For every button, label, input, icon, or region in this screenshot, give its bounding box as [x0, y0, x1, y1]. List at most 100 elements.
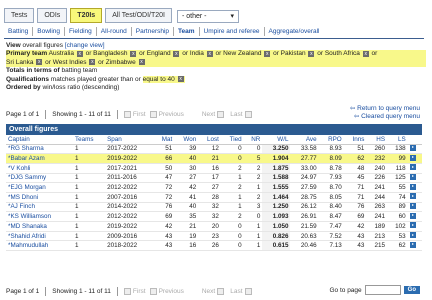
column-header[interactable]: LS [387, 135, 408, 145]
remove-team-icon[interactable]: x [89, 59, 96, 66]
tab-odis[interactable]: ODIs [37, 8, 68, 23]
column-header[interactable]: Inns [343, 135, 367, 145]
primary-team-name: Australia [48, 50, 74, 58]
remove-team-icon[interactable]: x [130, 50, 137, 57]
nav-fielding[interactable]: Fielding [65, 27, 97, 36]
table-cell: 43 [153, 231, 175, 242]
table-cell: 1.904 [262, 153, 291, 164]
play-arrow-icon[interactable] [409, 212, 416, 219]
column-header[interactable]: RPO [318, 135, 344, 145]
table-cell: 42 [153, 221, 175, 232]
play-arrow-icon[interactable] [409, 183, 416, 190]
play-arrow-icon[interactable] [409, 202, 416, 209]
table-cell: 1 [72, 231, 106, 242]
captain-link[interactable]: *KS Williamson [6, 211, 73, 222]
primary-team-list-1: Australia x or Bangladesh x or England x… [49, 50, 378, 57]
play-arrow-icon[interactable] [409, 164, 416, 171]
table-body: *RG Sharma 1 2017-2022 51 39 12 0 0 3.250 33.58 8.… [6, 144, 422, 252]
captain-link[interactable]: *EJG Morgan [6, 182, 73, 193]
play-arrow-icon[interactable] [409, 222, 416, 229]
play-arrow-icon[interactable] [409, 193, 416, 200]
ordered-value: win/loss ratio (descending) [42, 84, 120, 92]
tab-tests[interactable]: Tests [4, 8, 35, 23]
play-arrow-icon[interactable] [409, 241, 416, 248]
other-format-select[interactable]: - other - ▾ [176, 10, 239, 23]
column-header[interactable]: Lost [198, 135, 221, 145]
nav-umpire[interactable]: Umpire and referee [200, 27, 265, 36]
remove-team-icon[interactable]: x [76, 50, 83, 57]
tab-t20is[interactable]: T20Is [70, 8, 103, 23]
last-page-link[interactable]: Last [230, 288, 242, 295]
goto-page: Go to page Go [329, 285, 420, 295]
captain-link[interactable]: *MS Dhoni [6, 192, 73, 203]
last-page-link[interactable]: Last [230, 111, 242, 118]
first-page-icon [123, 288, 131, 295]
remove-team-icon[interactable]: x [36, 59, 43, 66]
column-header[interactable]: Span [105, 135, 154, 145]
captain-link[interactable]: *Mahmudullah [6, 240, 73, 252]
next-page-link[interactable]: Next [202, 111, 215, 118]
table-cell: 43 [343, 240, 367, 252]
nav-bowling[interactable]: Bowling [33, 27, 66, 36]
captain-link[interactable]: *DJG Sammy [6, 173, 73, 184]
table-cell: 0 [243, 144, 263, 155]
table-cell: 20 [198, 221, 221, 232]
remove-team-icon[interactable]: x [138, 59, 145, 66]
play-arrow-icon[interactable] [409, 232, 416, 239]
column-header[interactable]: NR [243, 135, 263, 145]
play-arrow-icon[interactable] [409, 144, 416, 151]
primary-team-label: Primary team [6, 50, 48, 58]
table-cell: 0 [243, 211, 263, 222]
nav-aggregate[interactable]: Aggregate/overall [265, 27, 324, 36]
column-header[interactable]: Tied [220, 135, 244, 145]
captain-link[interactable]: *V Kohli [6, 163, 73, 174]
play-arrow-icon[interactable] [409, 173, 416, 180]
captain-link[interactable]: *MD Shanaka [6, 221, 73, 232]
remove-team-icon[interactable]: x [206, 50, 213, 57]
captain-link[interactable]: *Babar Azam [6, 153, 73, 164]
table-cell: 1 [72, 173, 106, 184]
previous-page-icon [149, 288, 157, 295]
table-cell: 102 [387, 221, 408, 232]
change-view-link[interactable]: [change view] [65, 42, 105, 49]
column-header[interactable]: Mat [153, 135, 175, 145]
column-header[interactable]: W/L [262, 135, 291, 145]
page-indicator: Page 1 of 1 [6, 288, 40, 295]
column-header[interactable]: Teams [72, 135, 106, 145]
table-cell: 2011-2016 [105, 173, 154, 184]
captain-link[interactable]: *RG Sharma [6, 144, 73, 155]
goto-page-input[interactable] [364, 285, 401, 295]
first-page-link[interactable]: First [133, 111, 146, 118]
column-header[interactable]: Ave [290, 135, 319, 145]
remove-team-icon[interactable]: x [264, 50, 271, 57]
tab-all-formats[interactable]: All Test/ODI/T20I [105, 8, 172, 23]
remove-team-icon[interactable]: x [308, 50, 315, 57]
nav-all-round[interactable]: All-round [97, 27, 132, 36]
showing-indicator: Showing 1 - 11 of 11 [52, 288, 111, 295]
captain-link[interactable]: *AJ Finch [6, 202, 73, 213]
chevron-down-icon: ▾ [230, 13, 234, 20]
remove-qualification-icon[interactable]: x [177, 75, 184, 82]
cleared-query-link[interactable]: Cleared query menu [361, 113, 420, 120]
previous-page-link[interactable]: Previous [159, 111, 184, 118]
column-header[interactable]: Won [174, 135, 199, 145]
previous-page-link[interactable]: Previous [159, 288, 184, 295]
remove-team-icon[interactable]: x [362, 50, 369, 57]
captain-link[interactable]: *Shahid Afridi [6, 231, 73, 242]
totals-value: batting team [61, 67, 98, 75]
column-header[interactable]: HS [366, 135, 388, 145]
remove-team-icon[interactable]: x [173, 50, 180, 57]
table-cell: 72 [153, 182, 175, 193]
qualifications-threshold: equal to 40 x [142, 75, 185, 83]
go-button[interactable]: Go [403, 286, 420, 294]
return-query-link[interactable]: Return to query menu [357, 105, 420, 112]
nav-partnership[interactable]: Partnership [132, 27, 175, 36]
table-cell: 0 [220, 240, 244, 252]
column-header[interactable]: Captain [6, 135, 73, 145]
nav-batting[interactable]: Batting [4, 27, 34, 36]
first-page-link[interactable]: First [133, 288, 146, 295]
play-arrow-icon[interactable] [409, 154, 416, 161]
table-cell: 1.093 [262, 211, 291, 222]
nav-team[interactable]: Team [174, 27, 200, 36]
next-page-link[interactable]: Next [202, 288, 215, 295]
